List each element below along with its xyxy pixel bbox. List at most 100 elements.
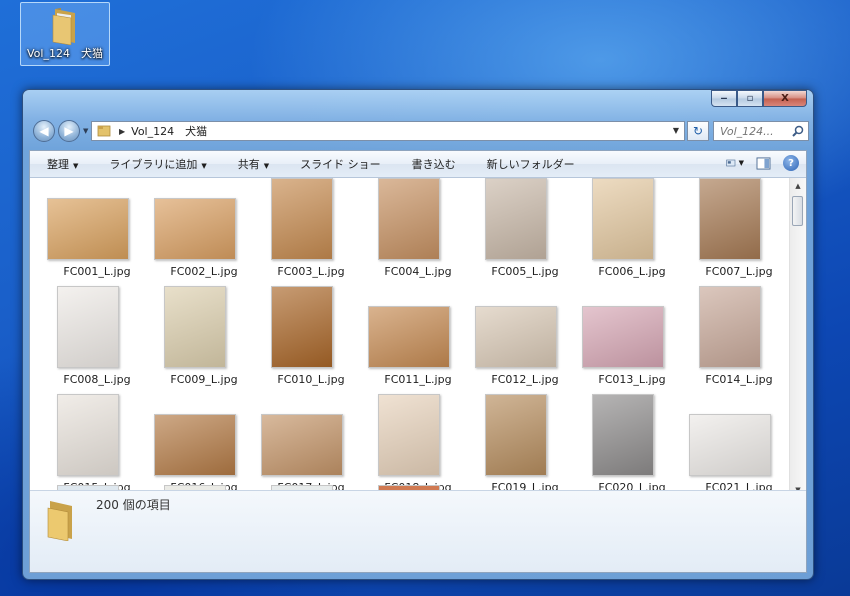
help-button[interactable]: ? (782, 155, 800, 171)
chevron-down-icon: ▼ (73, 162, 79, 170)
file-thumbnail[interactable] (592, 394, 654, 476)
file-name: FC007_L.jpg (705, 265, 773, 278)
navigation-bar: ◀ ▶ ▼ ▶ Vol_124 犬猫 ▼ ↻ (29, 118, 809, 144)
file-item[interactable]: FC002_L.jpg (154, 178, 254, 286)
file-thumbnail[interactable] (57, 286, 119, 368)
file-thumbnail[interactable] (699, 286, 761, 368)
folder-icon (52, 8, 75, 45)
search-icon (792, 125, 804, 137)
file-thumbnail[interactable] (378, 178, 440, 260)
file-item[interactable]: FC003_L.jpg (261, 178, 361, 286)
file-thumbnail[interactable] (582, 306, 664, 368)
file-name: FC006_L.jpg (598, 265, 666, 278)
file-thumbnail[interactable] (57, 394, 119, 476)
vertical-scrollbar[interactable]: ▲ ▼ (789, 178, 806, 498)
file-name: FC005_L.jpg (491, 265, 559, 278)
file-thumbnail[interactable] (475, 306, 557, 368)
file-thumbnail[interactable] (154, 198, 236, 260)
file-thumbnail[interactable] (164, 286, 226, 368)
maximize-button[interactable]: ▫ (737, 90, 763, 107)
burn-button[interactable]: 書き込む (395, 156, 470, 172)
breadcrumb-separator-icon[interactable]: ▶ (119, 127, 125, 136)
caption-buttons: ‒ ▫ X (711, 90, 807, 109)
file-item[interactable]: FC016_L.jpg (154, 394, 254, 498)
chevron-down-icon: ▼ (738, 159, 744, 167)
file-item[interactable]: FC008_L.jpg (47, 286, 147, 394)
preview-pane-button[interactable] (754, 155, 772, 171)
file-item[interactable]: FC017_L.jpg (261, 394, 361, 498)
file-thumbnail[interactable] (368, 306, 450, 368)
scroll-up-icon[interactable]: ▲ (790, 179, 806, 193)
file-name: FC014_L.jpg (705, 373, 773, 386)
file-item[interactable]: FC015_L.jpg (47, 394, 147, 498)
file-thumbnail[interactable] (592, 178, 654, 260)
file-item[interactable]: FC011_L.jpg (368, 286, 468, 394)
file-item[interactable]: FC013_L.jpg (582, 286, 682, 394)
file-item[interactable]: FC009_L.jpg (154, 286, 254, 394)
file-name: FC009_L.jpg (170, 373, 238, 386)
file-thumbnail[interactable] (47, 198, 129, 260)
forward-button[interactable]: ▶ (58, 120, 80, 142)
file-thumbnail[interactable] (271, 286, 333, 368)
slideshow-button[interactable]: スライド ショー (283, 156, 395, 172)
file-thumbnail[interactable] (689, 414, 771, 476)
chevron-down-icon: ▼ (263, 162, 270, 170)
minimize-button[interactable]: ‒ (711, 90, 737, 107)
file-item[interactable]: FC006_L.jpg (582, 178, 682, 286)
details-pane: 200 個の項目 (30, 490, 806, 572)
file-name: FC003_L.jpg (277, 265, 345, 278)
change-view-button[interactable]: ▼ (726, 155, 744, 171)
file-item[interactable]: FC021_L.jpg (689, 394, 789, 498)
file-name: FC004_L.jpg (384, 265, 452, 278)
new-folder-button[interactable]: 新しいフォルダー (470, 156, 589, 172)
file-item[interactable]: FC014_L.jpg (689, 286, 789, 394)
file-name: FC011_L.jpg (384, 373, 452, 386)
file-name: FC012_L.jpg (491, 373, 559, 386)
file-name: FC002_L.jpg (170, 265, 238, 278)
file-name: FC013_L.jpg (598, 373, 666, 386)
file-item[interactable]: FC012_L.jpg (475, 286, 575, 394)
recent-pages-dropdown[interactable]: ▼ (83, 127, 88, 135)
explorer-window: ‒ ▫ X ◀ ▶ ▼ ▶ Vol_124 犬猫 ▼ ↻ 整理▼ ライブ (22, 89, 814, 580)
file-name: FC001_L.jpg (63, 265, 131, 278)
file-item[interactable]: FC019_L.jpg (475, 394, 575, 498)
folder-icon (97, 125, 111, 137)
file-item[interactable]: FC004_L.jpg (368, 178, 468, 286)
address-bar[interactable]: ▶ Vol_124 犬猫 ▼ (91, 121, 685, 141)
file-item[interactable]: FC010_L.jpg (261, 286, 361, 394)
organize-menu[interactable]: 整理 ▼ (30, 156, 92, 172)
file-thumbnail[interactable] (699, 178, 761, 260)
file-item[interactable]: FC018_L.jpg (368, 394, 468, 498)
file-name: FC010_L.jpg (277, 373, 345, 386)
file-thumbnail[interactable] (485, 178, 547, 260)
search-input[interactable] (720, 124, 790, 138)
refresh-button[interactable]: ↻ (687, 121, 709, 141)
desktop-folder-icon[interactable]: Vol_124 犬猫 (20, 2, 110, 66)
search-box[interactable] (713, 121, 809, 141)
file-thumbnail[interactable] (271, 178, 333, 260)
close-button[interactable]: X (763, 90, 807, 107)
folder-icon (47, 501, 72, 541)
address-history-dropdown-icon[interactable]: ▼ (673, 126, 679, 135)
preview-pane-icon (756, 156, 770, 170)
file-thumbnail[interactable] (261, 414, 343, 476)
file-thumbnail[interactable] (378, 394, 440, 476)
breadcrumb-current-folder[interactable]: Vol_124 犬猫 (131, 123, 207, 139)
file-item[interactable]: FC005_L.jpg (475, 178, 575, 286)
file-item[interactable]: FC020_L.jpg (582, 394, 682, 498)
file-name: FC008_L.jpg (63, 373, 131, 386)
add-to-library-menu[interactable]: ライブラリに追加 ▼ (92, 156, 220, 172)
file-pane: 整理 ▼ ライブラリに追加 ▼ 共有 ▼ スライド ショー 書き込む 新しいフォルダー… (29, 150, 807, 573)
file-item[interactable]: FC007_L.jpg (689, 178, 789, 286)
file-thumbnail[interactable] (485, 394, 547, 476)
share-menu[interactable]: 共有 ▼ (221, 156, 283, 172)
command-bar: 整理 ▼ ライブラリに追加 ▼ 共有 ▼ スライド ショー 書き込む 新しいフォルダー… (30, 151, 806, 178)
file-item[interactable]: FC001_L.jpg (47, 178, 147, 286)
chevron-down-icon: ▼ (201, 162, 207, 170)
scrollbar-thumb[interactable] (792, 196, 803, 226)
item-count: 200 個の項目 (96, 498, 171, 512)
back-button[interactable]: ◀ (33, 120, 55, 142)
file-thumbnail[interactable] (154, 414, 236, 476)
help-icon: ? (783, 155, 799, 171)
view-icon (726, 159, 736, 167)
